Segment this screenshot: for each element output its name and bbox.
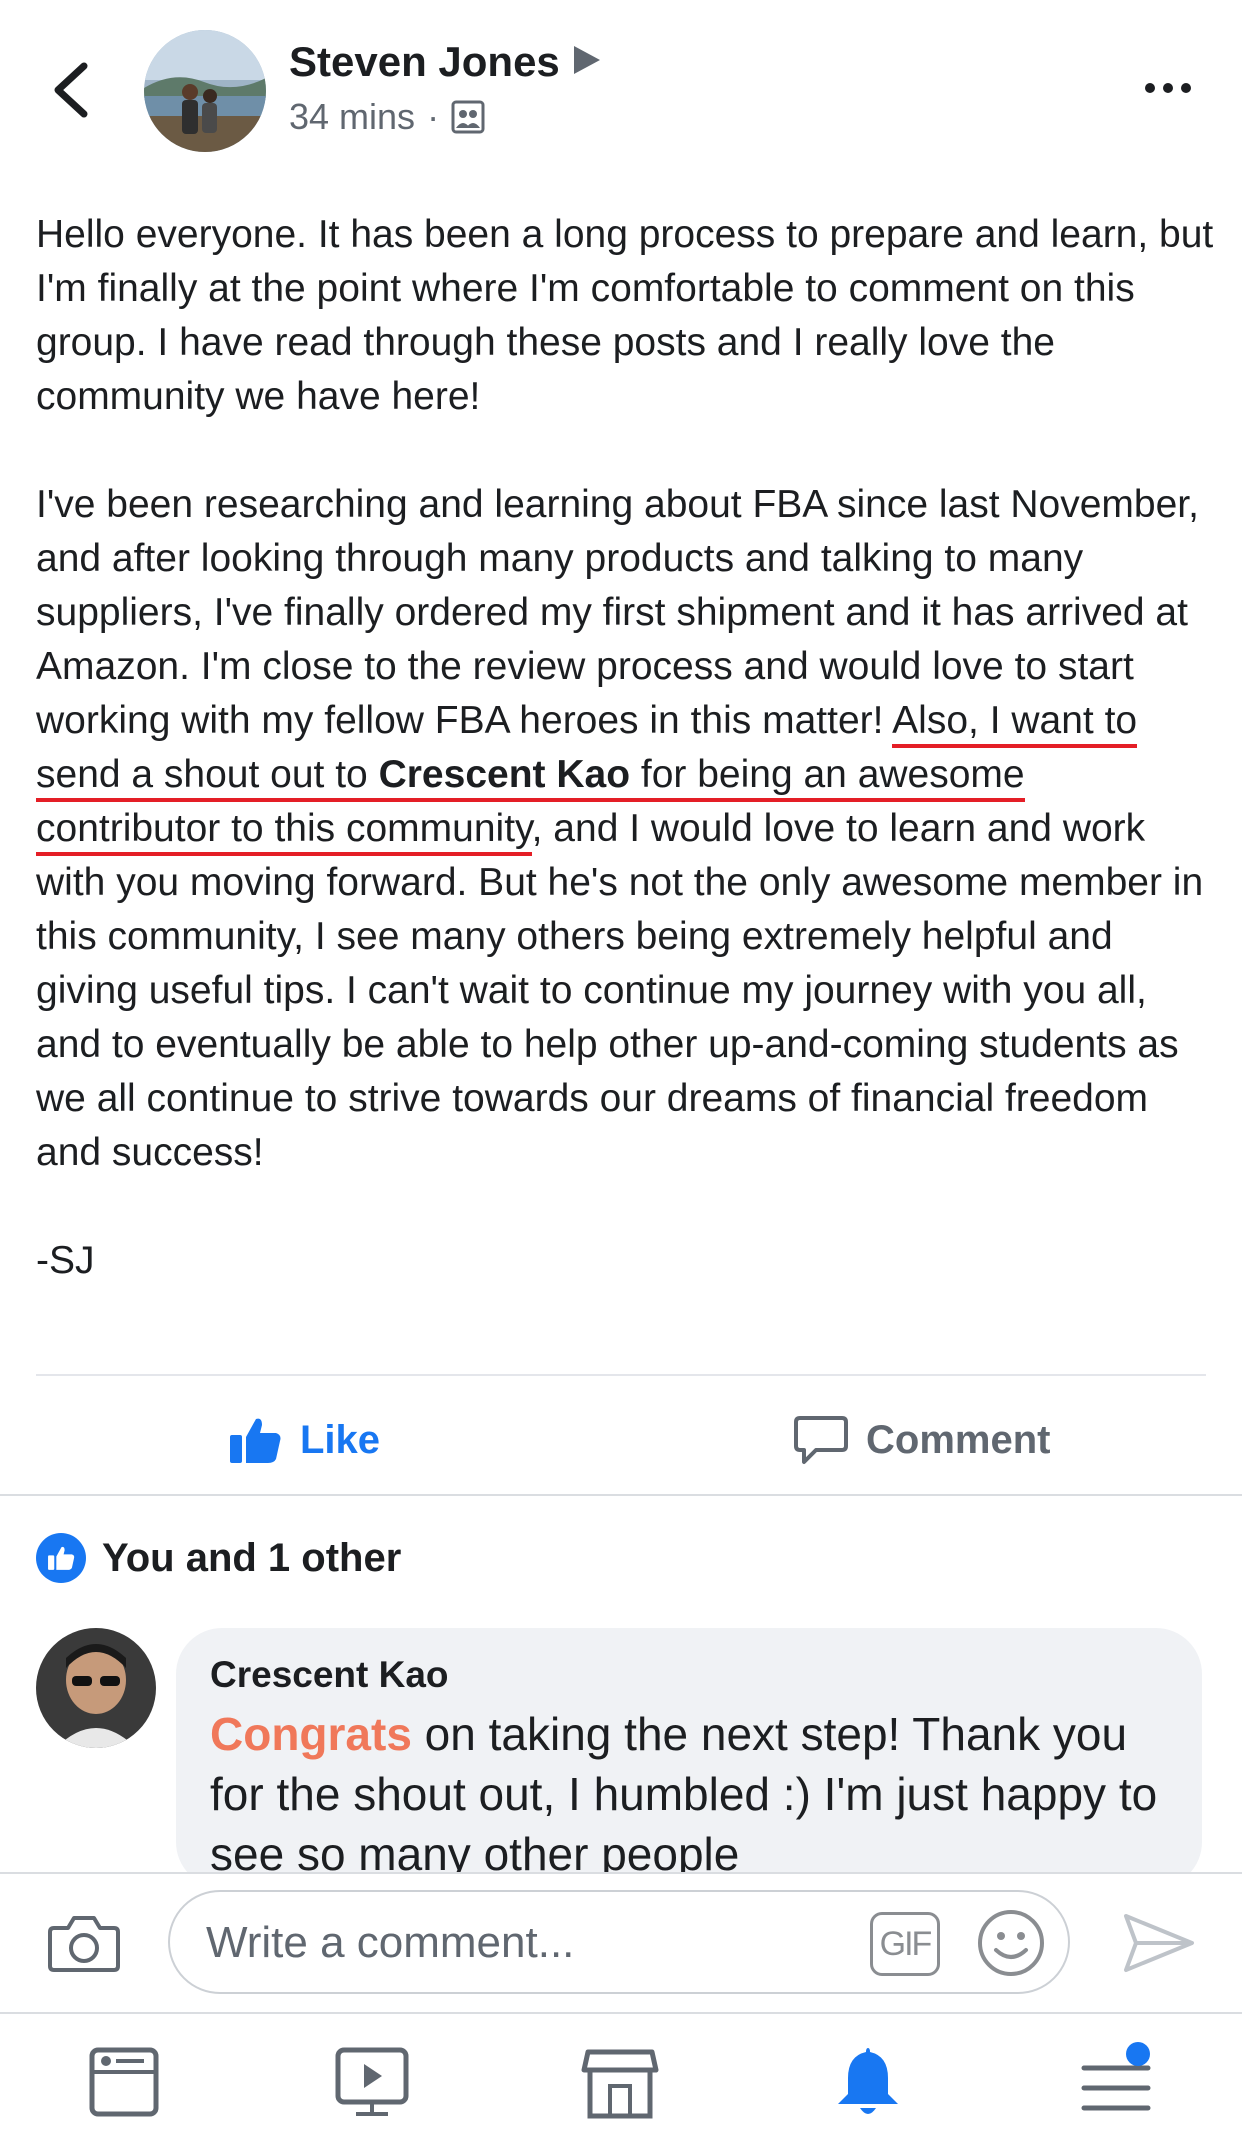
divider [36,1374,1206,1376]
comment-author-name[interactable]: Crescent Kao [210,1654,449,1696]
like-label: Like [300,1417,381,1462]
gif-button[interactable]: GIF [870,1912,940,1976]
notifications-icon[interactable] [828,2042,908,2122]
more-options-icon[interactable] [1142,76,1194,100]
reactions-summary[interactable]: You and 1 other [36,1533,401,1583]
comment-input-placeholder: Write a comment... [206,1918,575,1967]
comment-button[interactable]: Comment [794,1410,1050,1470]
comment-text: Congrats on taking the next step! Thank … [210,1708,1158,1880]
back-chevron-icon[interactable] [48,60,96,120]
news-feed-icon[interactable] [84,2042,164,2122]
thumbs-up-icon [230,1418,281,1463]
commenter-avatar[interactable] [36,1628,156,1748]
group-privacy-icon [451,100,485,134]
mentioned-user-link[interactable]: Crescent Kao [378,753,631,802]
post-body: Hello everyone. It has been a long proce… [36,208,1216,1342]
post-paragraph-2: I've been researching and learning about… [36,483,1204,1174]
meta-separator: · [427,96,440,137]
post-time[interactable]: 34 mins [289,96,415,138]
like-button[interactable]: Like [228,1410,380,1470]
divider [0,1494,1242,1496]
highlighted-word: Congrats [210,1708,412,1760]
divider [0,2012,1242,2014]
post-signature: -SJ [36,1239,95,1282]
post-paragraph-1: Hello everyone. It has been a long proce… [36,213,1214,418]
marketplace-icon[interactable] [580,2042,660,2122]
watch-icon[interactable] [332,2042,412,2122]
reactions-text: You and 1 other [102,1535,402,1580]
comment-bubble-icon [794,1416,848,1464]
group-arrow-icon [573,46,600,74]
camera-icon[interactable] [48,1912,120,1974]
post-meta: 34 mins · [289,96,485,138]
author-avatar[interactable] [144,30,266,152]
comment-label: Comment [866,1417,1051,1462]
like-reaction-icon [36,1533,86,1583]
menu-notification-dot [1126,2042,1150,2066]
send-icon[interactable] [1122,1910,1196,1976]
post-author-name[interactable]: Steven Jones [289,38,600,86]
emoji-icon[interactable] [976,1908,1046,1978]
